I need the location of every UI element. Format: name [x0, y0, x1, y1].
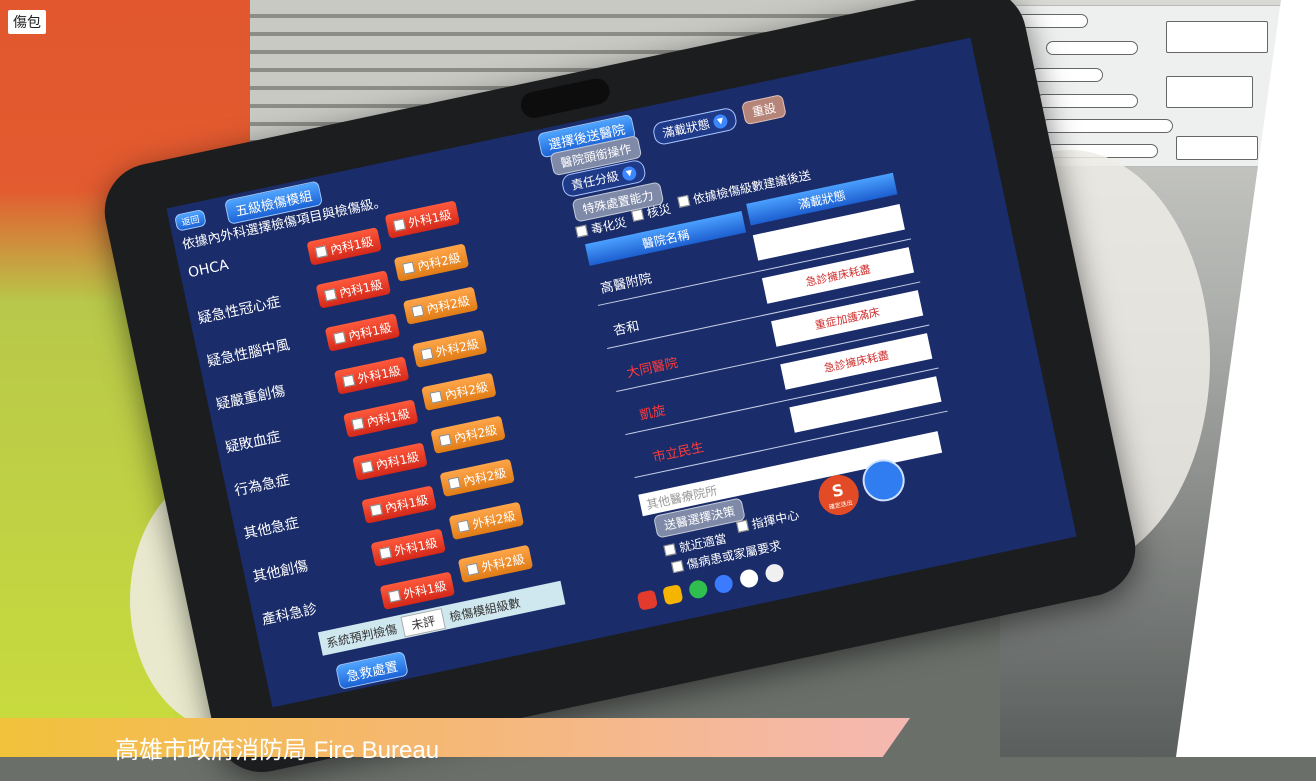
triage-grade-label: 內科1級: [337, 277, 384, 300]
hospital-name[interactable]: 高醫附院: [598, 267, 653, 296]
check-label: 指揮中心: [750, 507, 801, 532]
check-command-center[interactable]: 指揮中心: [735, 506, 800, 536]
triage-category-label: 行為急症: [233, 472, 292, 500]
triage-category-label: 其他急症: [242, 515, 301, 543]
triage-grade-label: 內科1級: [328, 233, 375, 257]
triage-category-label: 疑嚴重創傷: [214, 383, 287, 414]
triage-grade-label: 內科2級: [452, 422, 499, 446]
triage-grade-label: 內科2級: [425, 293, 471, 316]
triage-grade-button[interactable]: 外科1級: [333, 356, 410, 395]
triage-category-label: OHCA: [186, 257, 231, 282]
checkbox-icon: [447, 476, 461, 490]
check-label: 核災: [645, 201, 672, 221]
triage-category-label: 產科急診: [260, 601, 319, 629]
triage-level-label: 檢傷模組級數: [448, 595, 522, 624]
checkbox-icon: [323, 287, 337, 301]
triage-grade-button[interactable]: 外科1級: [379, 571, 456, 610]
hospital-name[interactable]: 大同醫院: [624, 352, 679, 381]
checkbox-icon: [575, 224, 589, 238]
triage-grade-button[interactable]: 內科2級: [439, 458, 515, 498]
triage-grade-button[interactable]: 外科2級: [457, 544, 534, 584]
message-icon[interactable]: [712, 573, 735, 595]
send-button[interactable]: S 確定送出: [814, 471, 863, 519]
triage-grade-button[interactable]: 內科1級: [315, 270, 392, 309]
chrome-icon[interactable]: [763, 562, 786, 584]
triage-grade-button[interactable]: 外科2級: [412, 329, 488, 368]
triage-grade-label: 外科1級: [392, 535, 439, 559]
triage-grade-button[interactable]: 內科2級: [421, 372, 497, 411]
checkbox-icon: [378, 546, 392, 560]
triage-grade-button[interactable]: 外科1級: [384, 200, 461, 239]
triage-category-label: 疑急性冠心症: [196, 294, 283, 328]
checkbox-icon: [736, 519, 750, 533]
triage-grade-button[interactable]: 內科1級: [361, 485, 437, 524]
checkbox-icon: [438, 433, 452, 447]
system-prediction-value: 未評: [400, 607, 446, 637]
triage-grade-label: 內科1級: [383, 492, 430, 515]
checkbox-icon: [387, 589, 401, 603]
triage-grade-button[interactable]: 內科2級: [430, 415, 506, 455]
triage-category-label: 疑敗血症: [223, 429, 283, 457]
triage-category-label: 疑急性腦中風: [205, 337, 292, 371]
banner-title: 高雄市政府消防局 Fire Bureau: [115, 737, 440, 764]
checkbox-icon: [401, 261, 415, 275]
triage-grade-button[interactable]: 內科2級: [402, 286, 479, 325]
triage-grade-button[interactable]: 內科2級: [393, 243, 470, 282]
send-button-sub: 確定送出: [828, 499, 854, 512]
triage-grade-label: 外科1級: [406, 207, 453, 230]
checkbox-icon: [677, 194, 691, 208]
triage-grade-label: 內科2級: [461, 465, 508, 489]
checkbox-icon: [663, 543, 677, 557]
checkbox-icon: [429, 390, 443, 404]
bag-label: 傷包: [8, 10, 46, 34]
triage-grade-label: 外科2級: [434, 336, 481, 360]
camera-icon[interactable]: [738, 567, 760, 590]
triage-grade-button[interactable]: 內科1級: [324, 313, 401, 352]
triage-grade-button[interactable]: 外科1級: [370, 528, 446, 567]
system-prediction-label: 系統預判檢傷: [324, 621, 399, 651]
hospital-name[interactable]: 杏和: [611, 315, 641, 339]
checkbox-icon: [456, 519, 470, 533]
load-status-select-label: 滿載狀態: [661, 116, 712, 141]
load-status-select[interactable]: 滿載狀態 ▼: [651, 106, 739, 147]
triage-grade-label: 外科2級: [471, 508, 517, 532]
triage-grade-button[interactable]: 內科1級: [343, 399, 419, 438]
checkbox-icon: [465, 562, 479, 576]
chevron-down-icon: ▼: [620, 164, 638, 182]
triage-grade-label: 內科2級: [416, 250, 462, 273]
hospital-name[interactable]: 凱旋: [638, 399, 667, 423]
hospital-load-status: [789, 376, 942, 433]
app-icon-yellow[interactable]: [662, 584, 684, 606]
triage-grade-label: 外科2級: [480, 551, 526, 575]
triage-grade-label: 內科1級: [374, 449, 421, 472]
app-icon-red[interactable]: [636, 589, 659, 611]
phone-icon[interactable]: [687, 578, 709, 600]
checkbox-icon: [332, 330, 346, 344]
back-button[interactable]: 返回: [173, 208, 207, 232]
checkbox-icon: [410, 304, 424, 318]
checkbox-icon: [631, 208, 645, 222]
triage-grade-label: 內科1級: [365, 406, 412, 429]
checkbox-icon: [314, 244, 328, 258]
chevron-down-icon: ▼: [712, 112, 729, 130]
checkbox-icon: [369, 503, 383, 517]
checkbox-icon: [341, 373, 355, 388]
triage-grade-label: 內科1級: [347, 320, 393, 343]
triage-grade-button[interactable]: 內科1級: [306, 227, 382, 266]
triage-category-label: 其他創傷: [251, 558, 310, 586]
checkbox-icon: [671, 560, 685, 574]
triage-grade-label: 外科1級: [356, 363, 402, 386]
hospital-name[interactable]: 市立民生: [651, 436, 705, 465]
reset-button[interactable]: 重設: [741, 94, 787, 126]
triage-grade-label: 內科2級: [443, 379, 490, 403]
checkbox-icon: [350, 417, 365, 431]
triage-grade-label: 外科1級: [402, 578, 448, 602]
triage-grade-button[interactable]: 外科2級: [448, 501, 525, 541]
triage-grade-button[interactable]: 內科1級: [352, 442, 428, 481]
send-button-label: S: [830, 480, 846, 502]
checkbox-icon: [360, 460, 374, 474]
checkbox-icon: [392, 218, 406, 232]
checkbox-icon: [419, 347, 433, 361]
